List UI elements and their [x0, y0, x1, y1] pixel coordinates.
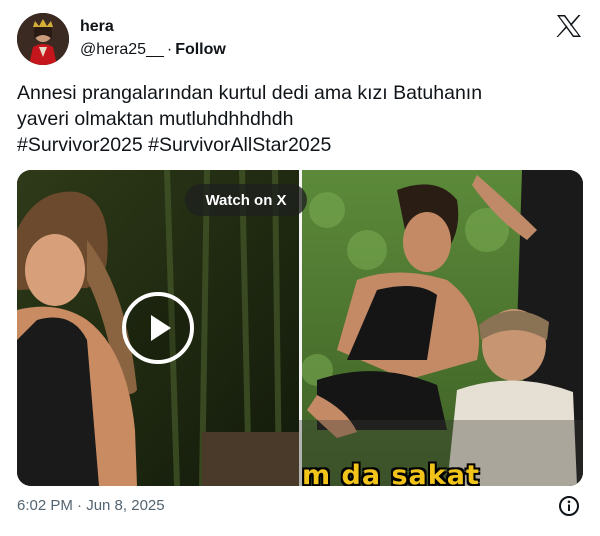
info-icon[interactable] [558, 495, 580, 517]
tweet-text: Annesi prangalarından kurtul dedi ama kı… [17, 80, 583, 158]
play-icon [151, 315, 171, 341]
x-logo-icon[interactable] [556, 14, 582, 38]
timestamp-link[interactable]: 6:02 PM · Jun 8, 2025 [17, 497, 165, 514]
author-handle-line: @hera25__ · Follow [80, 41, 226, 59]
video-media[interactable]: Watch on X m da sakat [17, 170, 583, 486]
author-name[interactable]: hera [80, 18, 114, 36]
tweet-line: yaveri olmaktan mutluhdhhdhdh [17, 108, 294, 130]
tweet-line: Annesi prangalarından kurtul dedi ama kı… [17, 82, 483, 104]
avatar[interactable] [17, 13, 69, 65]
hashtags[interactable]: #Survivor2025 #SurvivorAllStar2025 [17, 132, 583, 158]
watch-on-x-button[interactable]: Watch on X [185, 184, 307, 216]
tweet-card: hera @hera25__ · Follow Annesi prangaların… [0, 0, 600, 536]
play-button[interactable] [122, 292, 194, 364]
video-subtitle: m da sakat [302, 460, 480, 486]
author-handle[interactable]: @hera25__ [80, 41, 164, 58]
video-thumbnail [17, 170, 583, 486]
follow-button[interactable]: Follow [175, 41, 226, 58]
separator-dot: · [166, 41, 173, 58]
